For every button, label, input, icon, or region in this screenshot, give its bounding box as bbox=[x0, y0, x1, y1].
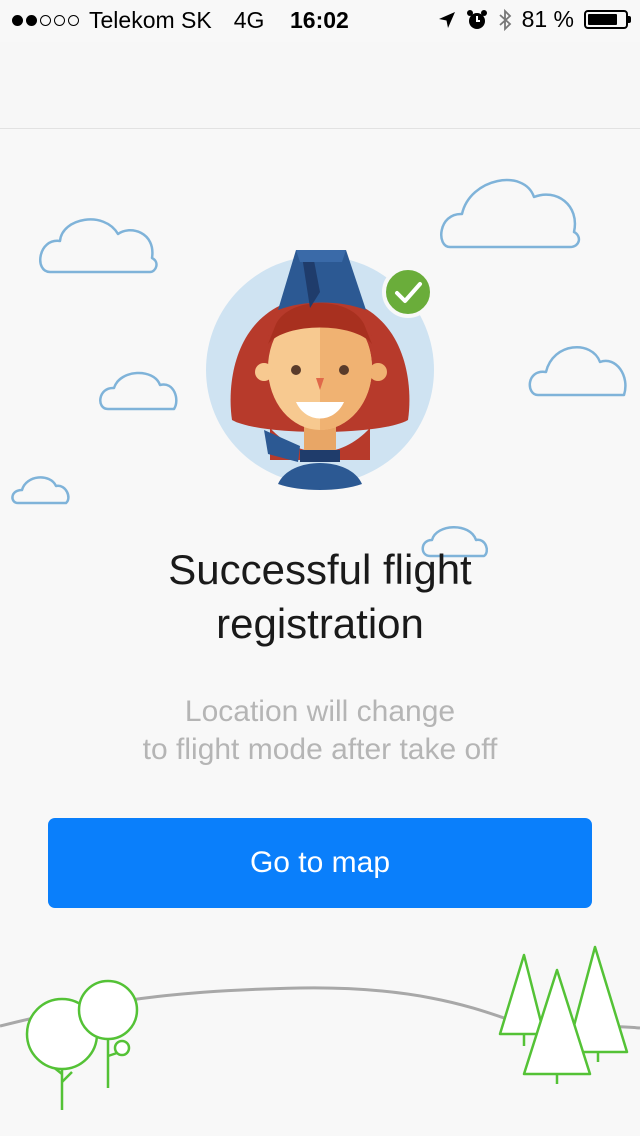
cloud-icon bbox=[11, 476, 70, 505]
message-line: to flight mode after take off bbox=[142, 733, 498, 766]
cloud-icon bbox=[99, 371, 178, 411]
tree-icon bbox=[77, 979, 139, 1041]
info-message: Location will change to flight mode afte… bbox=[0, 693, 640, 769]
title-line: Successful flight bbox=[168, 546, 472, 593]
page-title: Successful flight registration bbox=[0, 543, 640, 651]
cloud-icon bbox=[528, 346, 627, 397]
cloud-icon bbox=[39, 218, 158, 274]
go-to-map-button[interactable]: Go to map bbox=[48, 818, 592, 908]
tree-icon bbox=[498, 953, 546, 1036]
checkmark-badge-icon bbox=[382, 266, 434, 318]
message-line: Location will change bbox=[184, 695, 456, 728]
cloud-icon bbox=[440, 178, 581, 249]
title-line: registration bbox=[216, 600, 424, 647]
